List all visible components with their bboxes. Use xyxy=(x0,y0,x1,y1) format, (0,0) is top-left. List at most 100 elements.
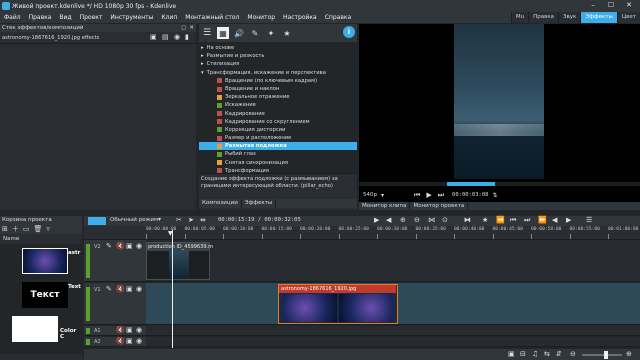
menu-clip[interactable]: Клип xyxy=(157,14,181,21)
effect-group[interactable]: ▾ Трансформация, искажение и перспектива xyxy=(199,69,357,77)
effect-item[interactable]: Кадрирование со скруглением xyxy=(199,118,357,126)
bin-item[interactable]: Color C xyxy=(4,314,82,346)
effect-item[interactable]: Коррекция дисторсии xyxy=(199,126,357,134)
zone-out-icon[interactable]: ⧓ xyxy=(464,216,471,224)
tab-compositions[interactable]: Композиции xyxy=(199,199,242,208)
track-mute-icon[interactable]: 🔇 xyxy=(116,337,125,345)
track-lock-icon[interactable]: ▣ xyxy=(126,242,133,250)
float-icon[interactable]: ◻ xyxy=(181,24,186,32)
track-audio-icon[interactable]: ◉ xyxy=(136,326,142,334)
menu-icon[interactable]: ☰ xyxy=(201,27,213,39)
prev-marker-icon[interactable]: ⏮ xyxy=(510,216,516,225)
menu-edit[interactable]: Правка xyxy=(25,14,56,21)
effect-group[interactable]: ▸ На основе xyxy=(199,44,357,52)
workspace-tab-effects[interactable]: Эффекты xyxy=(580,12,617,23)
save-stack-icon[interactable]: ▤ xyxy=(162,33,169,41)
track-lock-icon[interactable]: ▣ xyxy=(126,337,133,345)
collapsed-icon[interactable]: ▸ xyxy=(201,60,204,68)
effect-item[interactable]: Рыбий глаз xyxy=(199,150,357,158)
track-edit-icon[interactable]: ✎ xyxy=(106,242,112,250)
collapsed-icon[interactable]: ▸ xyxy=(201,44,204,52)
close-panel-icon[interactable]: ✕ xyxy=(189,24,194,32)
fav-timeline-icon[interactable]: ★ xyxy=(482,216,488,224)
track-hide-icon[interactable]: ◉ xyxy=(136,285,142,293)
effect-item[interactable]: Вращение (по ключевым кадрам) xyxy=(199,77,357,85)
track-edit-icon[interactable]: ✎ xyxy=(106,285,112,293)
zoom-in-icon[interactable]: ▶ xyxy=(566,216,571,224)
zoom-slider-handle[interactable] xyxy=(604,351,608,359)
zoom-in-small-icon[interactable]: ⊕ xyxy=(626,350,632,358)
edit-mode-select[interactable]: Обычный режим xyxy=(110,217,158,223)
custom-effects-icon[interactable]: ✎ xyxy=(249,27,261,39)
menu-monitor[interactable]: Монитор xyxy=(243,14,279,21)
play-icon[interactable]: ▶ xyxy=(426,191,431,199)
status-ripple-icon[interactable]: ⇆ xyxy=(544,350,550,358)
spacer-tool-icon[interactable]: ⇹ xyxy=(200,216,206,224)
next-marker-icon[interactable]: ⏭ xyxy=(524,216,530,225)
info-icon[interactable]: i xyxy=(343,26,355,38)
favorite-effects-icon[interactable]: ★ xyxy=(281,27,293,39)
prev-frame-icon[interactable]: ⏮ xyxy=(414,191,420,200)
track-mute-icon[interactable]: 🔇 xyxy=(116,285,125,293)
track-lock-icon[interactable]: ▣ xyxy=(126,326,133,334)
workspace-tab-color[interactable]: Цвет xyxy=(616,12,640,23)
track-lane-a2[interactable] xyxy=(146,337,640,347)
playhead[interactable] xyxy=(172,230,173,348)
status-snap-icon[interactable]: ⊟ xyxy=(520,350,526,358)
monitor-timecode[interactable]: 00:00:03:08 xyxy=(452,192,488,198)
timeline-menu-icon[interactable]: ☰ xyxy=(586,216,592,224)
menu-timeline[interactable]: Монтажный стол xyxy=(181,14,243,21)
snap-icon[interactable]: ⋈ xyxy=(428,216,435,224)
tab-effects[interactable]: Эффекты xyxy=(241,199,277,208)
effect-item[interactable]: Зеркальное отражение xyxy=(199,93,357,101)
effect-item[interactable]: Вращение и наклон xyxy=(199,85,357,93)
extract-icon[interactable]: ⊖ xyxy=(414,216,420,224)
effect-item[interactable]: Трансформация xyxy=(199,167,357,173)
menu-settings[interactable]: Настройка xyxy=(279,14,321,21)
next-frame-icon[interactable]: ⏭ xyxy=(438,191,444,200)
track-lane-v1[interactable]: astronomy-1867616_1920.jpg xyxy=(146,283,640,325)
track-mute-icon[interactable]: 🔇 xyxy=(116,242,125,250)
track-hide-icon[interactable]: ◉ xyxy=(136,242,142,250)
tab-clip-monitor[interactable]: Монитор клипа xyxy=(359,202,411,210)
effect-group[interactable]: ▸ Размытие и резкость xyxy=(199,52,357,60)
plugin-effects-icon[interactable]: ✦ xyxy=(265,27,277,39)
eye-icon[interactable]: ◉ xyxy=(174,33,180,41)
status-audio-icon[interactable]: ♫ xyxy=(532,350,538,358)
timecode-spinner-icon[interactable]: ⇅ xyxy=(492,192,497,199)
effect-item[interactable]: Кадрирование xyxy=(199,110,357,118)
workspace-tab-mu[interactable]: Мu xyxy=(510,12,529,23)
menu-view[interactable]: Вид xyxy=(55,14,75,21)
filter-icon[interactable]: ▿ xyxy=(46,225,50,233)
insert-icon[interactable]: ⊕ xyxy=(400,216,406,224)
track-mute-icon[interactable]: 🔇 xyxy=(116,326,125,334)
effect-item[interactable]: Искажение xyxy=(199,101,357,109)
timeline-clip[interactable]: astronomy-1867616_1920.jpg xyxy=(278,284,398,324)
selection-tool-icon[interactable]: ➤ xyxy=(188,216,194,224)
zoom-slider[interactable] xyxy=(582,351,622,359)
tab-project-monitor[interactable]: Монитор проекта xyxy=(410,202,469,210)
track-audio-icon[interactable]: ◉ xyxy=(136,337,142,345)
workspace-tab-edit[interactable]: Правка xyxy=(528,12,559,23)
effect-group[interactable]: ▸ Стилизация xyxy=(199,60,357,68)
collapsed-icon[interactable]: ▸ xyxy=(201,52,204,60)
effect-item[interactable]: Снятая синхронизация xyxy=(199,159,357,167)
menu-file[interactable]: Файл xyxy=(0,14,25,21)
effect-item[interactable]: Размер и расположение xyxy=(199,134,357,142)
zoom-dropdown-icon[interactable]: ▾ xyxy=(381,192,384,199)
edit-mode-dropdown-icon[interactable]: ▾ xyxy=(158,216,161,223)
lift-icon[interactable]: ▶ xyxy=(374,216,379,224)
bin-item[interactable]: astr xyxy=(4,246,82,278)
minimize-button[interactable]: – xyxy=(584,1,602,9)
compare-icon[interactable]: ▣ xyxy=(150,33,157,41)
zoom-out-small-icon[interactable]: ⊖ xyxy=(570,350,576,358)
delete-icon[interactable]: 🗑 xyxy=(34,225,43,233)
audio-effects-icon[interactable]: 🔊 xyxy=(233,27,245,39)
maximize-button[interactable]: ☐ xyxy=(602,1,620,9)
track-lane-a1[interactable] xyxy=(146,326,640,336)
monitor-seekbar[interactable] xyxy=(359,182,640,186)
expanded-icon[interactable]: ▾ xyxy=(201,69,204,77)
menu-help[interactable]: Справка xyxy=(321,14,355,21)
mode-icon[interactable] xyxy=(88,217,106,225)
menu-tools[interactable]: Инструменты xyxy=(106,14,157,21)
